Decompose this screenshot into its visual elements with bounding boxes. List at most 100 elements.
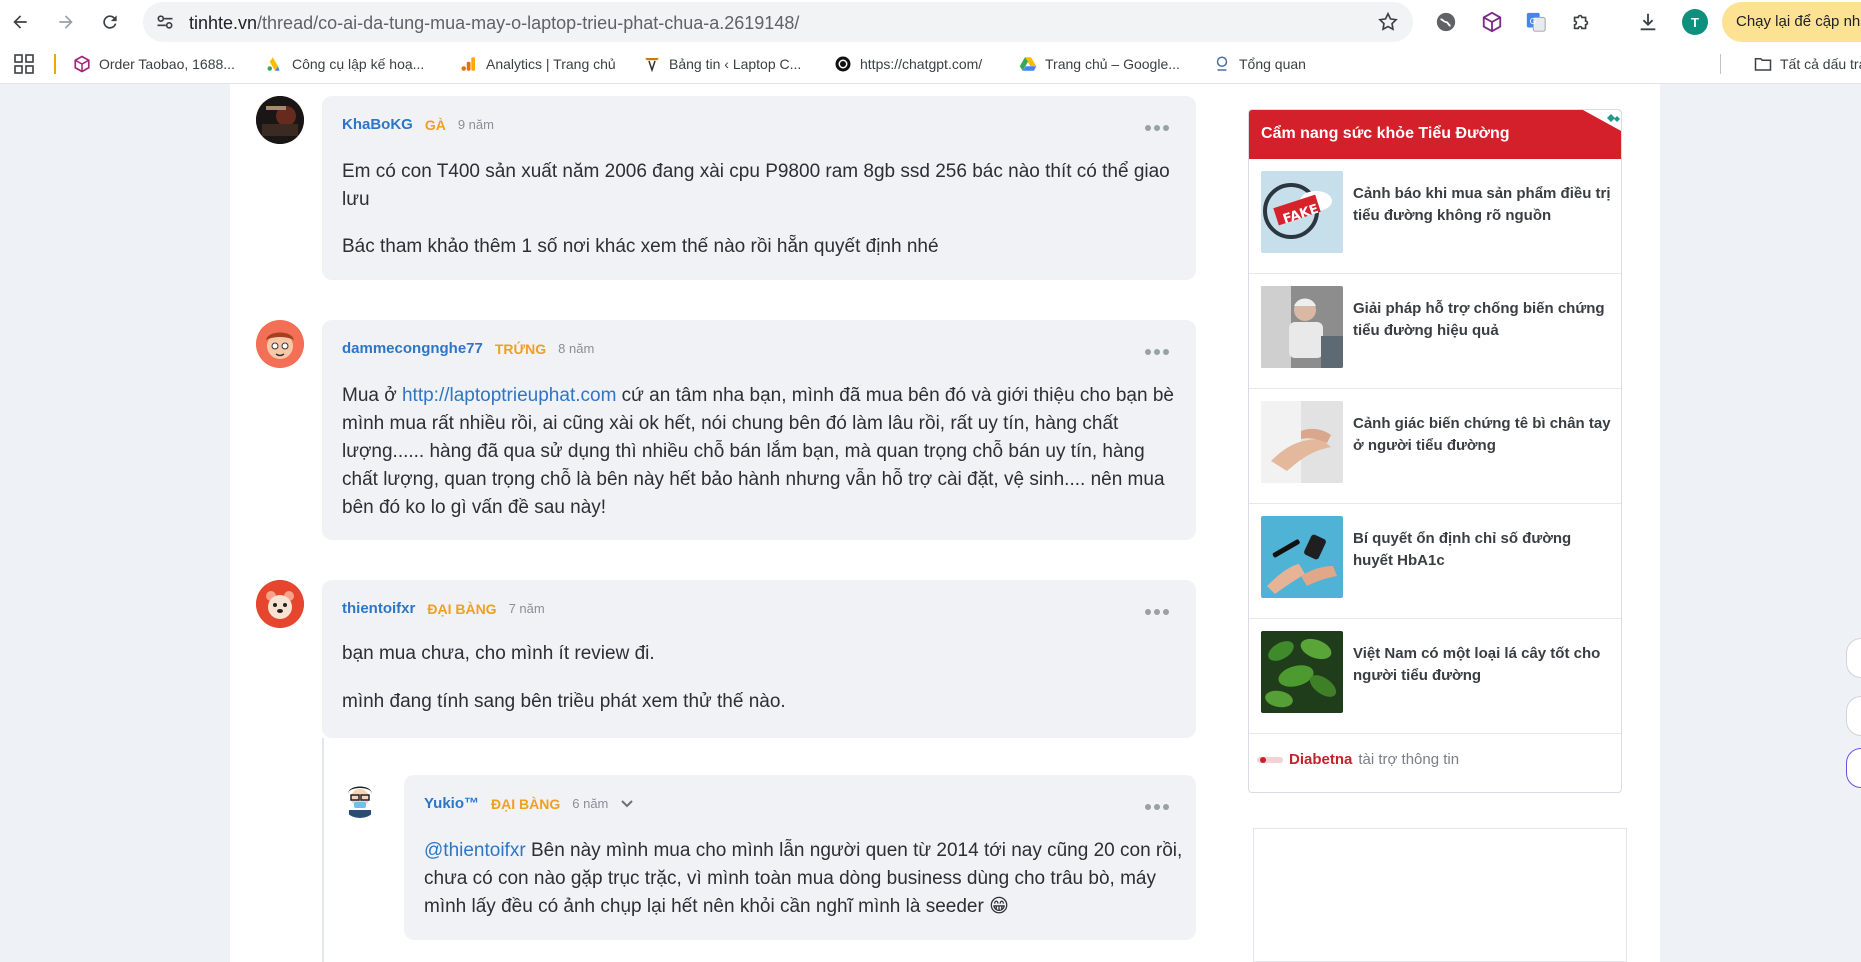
more-options-icon[interactable] <box>1144 608 1170 616</box>
back-button[interactable] <box>4 6 36 38</box>
reload-button[interactable] <box>94 6 126 38</box>
url-path: /thread/co-ai-da-tung-mua-may-o-laptop-t… <box>257 13 800 33</box>
more-options-icon[interactable] <box>1144 803 1170 811</box>
post-time[interactable]: 9 năm <box>458 117 494 132</box>
post-bubble: Yukio™ ĐẠI BÀNG 6 năm @thientoifxr Bên n… <box>404 775 1196 940</box>
bookmark-label: Trang chủ – Google... <box>1045 56 1180 72</box>
ad-title: Cẩm nang sức khỏe Tiểu Đường <box>1261 125 1510 142</box>
all-bookmarks-folder[interactable]: Tất cả dấu trang <box>1754 54 1861 74</box>
post-header: Yukio™ ĐẠI BÀNG 6 năm <box>424 795 634 812</box>
arrow-right-icon <box>59 15 73 29</box>
ad-thumbnail <box>1261 631 1343 713</box>
wordpress-icon <box>643 55 661 73</box>
bookmark-item[interactable]: Tổng quan <box>1213 54 1306 74</box>
forward-button[interactable] <box>50 6 82 38</box>
post-time[interactable]: 6 năm <box>572 796 608 811</box>
avatar[interactable] <box>256 96 304 144</box>
more-options-icon[interactable] <box>1144 348 1170 356</box>
folder-icon <box>1754 55 1772 73</box>
username-link[interactable]: thientoifxr <box>342 600 415 617</box>
download-icon[interactable] <box>1637 11 1659 33</box>
username-link[interactable]: KhaBoKG <box>342 116 413 133</box>
hand-wrist-image <box>1261 401 1343 483</box>
post-paragraph: mình đang tính sang bên triều phát xem t… <box>342 691 786 712</box>
post-paragraph: bạn mua chưa, cho mình ít review đi. <box>342 643 655 664</box>
update-restart-button[interactable]: Chạy lại để cập nhật <box>1722 2 1861 42</box>
reply-thread-line <box>322 738 324 962</box>
profile-avatar[interactable]: T <box>1682 9 1708 35</box>
post-time[interactable]: 8 năm <box>558 341 594 356</box>
ad-sponsor-footer: Diabetna tài trợ thông tin <box>1257 751 1459 768</box>
ad-article-item[interactable]: Giải pháp hỗ trợ chống biến chứng tiểu đ… <box>1249 274 1621 389</box>
bookmark-star-icon[interactable] <box>1377 11 1399 33</box>
bookmark-item[interactable]: https://chatgpt.com/ <box>834 54 982 74</box>
ad-article-item[interactable]: Việt Nam có một loại lá cây tốt cho ngườ… <box>1249 619 1621 734</box>
site-settings-icon[interactable] <box>155 12 175 32</box>
post-header: thientoifxr ĐẠI BÀNG 7 năm <box>342 600 545 617</box>
ad-article-item[interactable]: Bí quyết ổn định chỉ số đường huyết HbA1… <box>1249 504 1621 619</box>
address-bar[interactable]: tinhte.vn/thread/co-ai-da-tung-mua-may-o… <box>143 2 1413 42</box>
avatar-image <box>256 96 304 144</box>
chatgpt-icon <box>834 55 852 73</box>
more-options-icon[interactable] <box>1144 124 1170 132</box>
apps-grid-icon[interactable] <box>14 54 34 74</box>
extension-cube-icon[interactable] <box>1481 11 1503 33</box>
bookmark-item[interactable]: Analytics | Trang chủ <box>460 54 616 74</box>
sidebar-ad-widget: Cẩm nang sức khỏe Tiểu Đường FAKE Cảnh b… <box>1248 109 1622 793</box>
google-ads-icon <box>266 55 284 73</box>
floating-side-button[interactable] <box>1846 696 1861 736</box>
ad-article-title: Việt Nam có một loại lá cây tốt cho ngườ… <box>1353 645 1601 684</box>
url-host: tinhte.vn <box>189 13 258 33</box>
bookmark-label: Analytics | Trang chủ <box>486 56 616 72</box>
ad-thumbnail <box>1261 401 1343 483</box>
post-header: KhaBoKG GÀ 9 năm <box>342 116 494 133</box>
bookmark-item[interactable]: Công cụ lập kế hoạ... <box>266 54 424 74</box>
floating-side-button[interactable] <box>1846 638 1861 678</box>
analytics-icon <box>460 55 478 73</box>
bookmark-label: Bảng tin ‹ Laptop C... <box>669 56 802 72</box>
ad-article-item[interactable]: Cảnh giác biến chứng tê bì chân tay ở ng… <box>1249 389 1621 504</box>
bookmark-label: Công cụ lập kế hoạ... <box>292 56 425 72</box>
arrow-left-icon <box>13 15 27 29</box>
avatar[interactable] <box>256 580 304 628</box>
bookmark-label: https://chatgpt.com/ <box>860 56 983 72</box>
reload-icon <box>103 15 117 29</box>
post-text: Bên này mình mua cho mình lẫn người quen… <box>424 840 1183 917</box>
user-rank-badge: TRỨNG <box>494 340 547 357</box>
bookmark-label: Order Taobao, 1688... <box>99 56 235 72</box>
diabetna-logo-icon <box>1257 756 1283 763</box>
user-rank-badge: ĐẠI BÀNG <box>427 600 497 617</box>
avatar[interactable] <box>256 320 304 368</box>
user-mention-link[interactable]: @thientoifxr <box>424 840 526 861</box>
browser-toolbar: tinhte.vn/thread/co-ai-da-tung-mua-may-o… <box>0 0 1861 44</box>
sponsor-brand[interactable]: Diabetna <box>1289 751 1352 768</box>
avatar[interactable] <box>340 778 380 818</box>
elderly-man-image <box>1261 286 1343 368</box>
extensions-puzzle-icon[interactable] <box>1570 11 1592 33</box>
sidebar-ad-placeholder <box>1253 828 1627 962</box>
bookmark-item[interactable]: Trang chủ – Google... <box>1019 54 1180 74</box>
avatar-image <box>340 778 380 818</box>
floating-side-button[interactable] <box>1846 748 1861 788</box>
bookmark-item[interactable]: Order Taobao, 1688... <box>73 54 235 74</box>
svg-text:G: G <box>1530 16 1536 26</box>
google-translate-icon[interactable]: G <box>1525 11 1547 33</box>
post-bubble: dammecongnghe77 TRỨNG 8 năm Mua ở http:/… <box>322 320 1196 540</box>
glucose-meter-image <box>1261 516 1343 598</box>
ad-article-title: Giải pháp hỗ trợ chống biến chứng tiểu đ… <box>1353 300 1605 339</box>
extension-globe-icon[interactable] <box>1435 11 1457 33</box>
bookmark-label: Tất cả dấu trang <box>1780 56 1861 72</box>
ad-thumbnail: FAKE <box>1261 171 1343 253</box>
ad-corner-icon[interactable] <box>1583 110 1622 132</box>
post-body: Em có con T400 sản xuất năm 2006 đang xà… <box>342 158 1176 261</box>
username-link[interactable]: dammecongnghe77 <box>342 340 483 357</box>
external-link[interactable]: http://laptoptrieuphat.com <box>402 385 616 406</box>
overview-icon <box>1213 55 1231 73</box>
post-bubble: thientoifxr ĐẠI BÀNG 7 năm bạn mua chưa,… <box>322 580 1196 738</box>
username-link[interactable]: Yukio™ <box>424 795 479 812</box>
post-time[interactable]: 7 năm <box>509 601 545 616</box>
sponsor-text: tài trợ thông tin <box>1358 751 1460 768</box>
chevron-down-icon[interactable] <box>620 799 634 809</box>
bookmark-item[interactable]: Bảng tin ‹ Laptop C... <box>643 54 801 74</box>
ad-article-item[interactable]: FAKE Cảnh báo khi mua sản phẩm điều trị … <box>1249 159 1621 274</box>
